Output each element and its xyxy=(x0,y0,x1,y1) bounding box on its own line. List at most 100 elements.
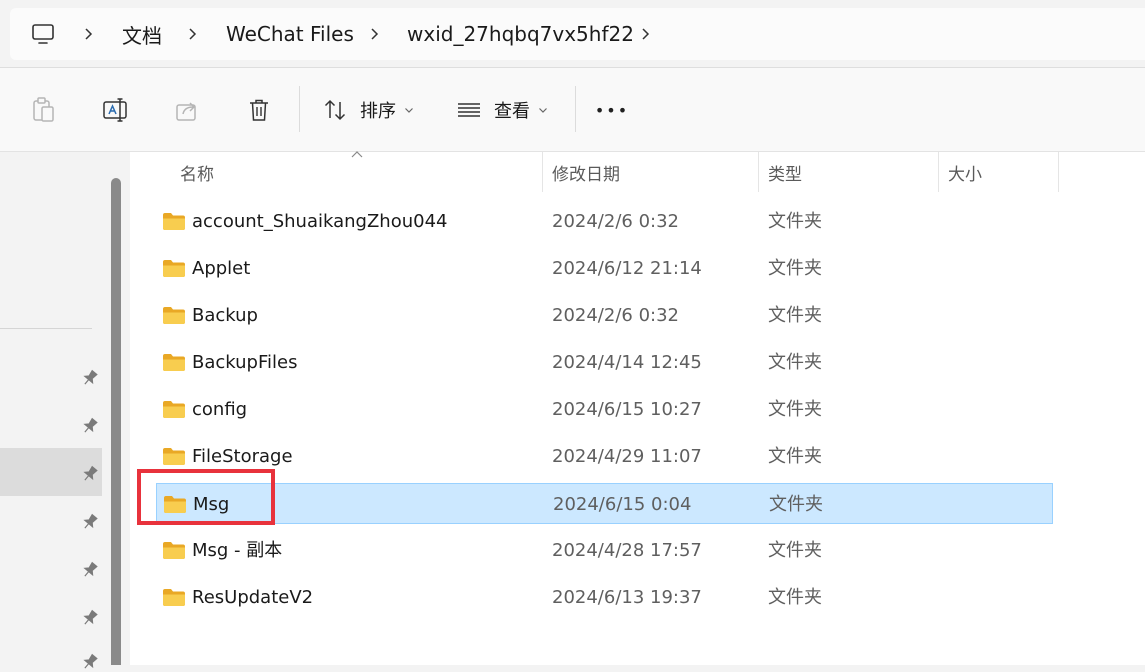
file-row[interactable]: Msg 2024/6/15 0:04 文件夹 xyxy=(156,483,1053,524)
sort-ascending-icon xyxy=(351,151,363,158)
column-separator[interactable] xyxy=(542,152,543,192)
file-date: 2024/6/13 19:37 xyxy=(552,587,702,608)
breadcrumb-item-wechat-files[interactable]: WeChat Files xyxy=(226,8,354,60)
pin-icon[interactable] xyxy=(80,560,100,580)
file-name: account_ShuaikangZhou044 xyxy=(192,211,448,232)
file-name: ResUpdateV2 xyxy=(192,587,314,608)
folder-icon xyxy=(163,354,185,371)
chevron-down-icon xyxy=(539,108,547,113)
view-button[interactable]: 查看 xyxy=(456,68,556,152)
file-date: 2024/4/14 12:45 xyxy=(552,352,702,373)
file-date: 2024/6/12 21:14 xyxy=(552,258,702,279)
folder-icon xyxy=(163,307,185,324)
file-row[interactable]: Backup 2024/2/6 0:32 文件夹 xyxy=(156,295,1053,336)
nav-separator xyxy=(0,328,92,329)
pin-icon[interactable] xyxy=(80,652,100,672)
sort-label: 排序 xyxy=(360,101,396,122)
chevron-down-icon xyxy=(405,108,413,113)
column-header-label: 类型 xyxy=(768,164,802,185)
file-row[interactable]: config 2024/6/15 10:27 文件夹 xyxy=(156,389,1053,430)
file-row[interactable]: account_ShuaikangZhou044 2024/2/6 0:32 文件夹 xyxy=(156,201,1053,242)
share-icon xyxy=(176,102,196,121)
address-bar[interactable]: 文档 WeChat Files wxid_27hqbq7vx5hf22 xyxy=(10,8,1145,60)
column-header-label: 大小 xyxy=(948,164,982,185)
nav-scrollbar-thumb[interactable] xyxy=(111,178,121,665)
file-row[interactable]: BackupFiles 2024/4/14 12:45 文件夹 xyxy=(156,342,1053,383)
file-row[interactable]: Msg - 副本 2024/4/28 17:57 文件夹 xyxy=(156,530,1053,571)
breadcrumb-label: 文档 xyxy=(122,23,162,48)
file-type: 文件夹 xyxy=(768,352,822,373)
breadcrumb-label: WeChat Files xyxy=(226,22,354,46)
column-separator[interactable] xyxy=(938,152,939,192)
highlight-annotation xyxy=(137,469,275,525)
file-date: 2024/6/15 0:04 xyxy=(553,494,692,515)
sort-button[interactable]: 排序 xyxy=(322,68,420,152)
column-separator[interactable] xyxy=(758,152,759,192)
file-type: 文件夹 xyxy=(769,494,823,515)
file-date: 2024/4/29 11:07 xyxy=(552,446,702,467)
column-header-type[interactable]: 类型 xyxy=(768,152,802,192)
folder-icon xyxy=(163,542,185,559)
trash-icon xyxy=(250,99,268,121)
file-type: 文件夹 xyxy=(768,305,822,326)
file-row[interactable]: FileStorage 2024/4/29 11:07 文件夹 xyxy=(156,436,1053,477)
file-row[interactable]: Applet 2024/6/12 21:14 文件夹 xyxy=(156,248,1053,289)
pin-icon[interactable] xyxy=(80,608,100,628)
breadcrumb-label: wxid_27hqbq7vx5hf22 xyxy=(407,22,634,46)
rename-icon xyxy=(103,98,127,122)
file-type: 文件夹 xyxy=(768,211,822,232)
file-name: BackupFiles xyxy=(192,352,298,373)
computer-icon[interactable] xyxy=(30,8,56,60)
column-separator[interactable] xyxy=(1058,152,1059,192)
breadcrumb-chevron-icon[interactable] xyxy=(82,8,96,60)
column-header-name[interactable]: 名称 xyxy=(180,152,214,192)
toolbar-separator xyxy=(575,86,576,132)
folder-icon xyxy=(163,260,185,277)
column-header-label: 修改日期 xyxy=(552,164,620,185)
breadcrumb-chevron-icon[interactable] xyxy=(186,8,200,60)
toolbar-separator xyxy=(299,86,300,132)
column-header-label: 名称 xyxy=(180,164,214,185)
pin-icon[interactable] xyxy=(80,368,100,388)
column-header-date[interactable]: 修改日期 xyxy=(552,152,620,192)
navigation-pane[interactable] xyxy=(0,152,112,669)
sort-icon xyxy=(324,99,346,121)
pin-icon[interactable] xyxy=(80,512,100,532)
view-label: 查看 xyxy=(494,101,530,122)
more-icon: ••• xyxy=(594,100,630,120)
file-type: 文件夹 xyxy=(768,399,822,420)
pin-icon[interactable] xyxy=(80,464,100,484)
file-date: 2024/4/28 17:57 xyxy=(552,540,702,561)
pin-icon[interactable] xyxy=(80,416,100,436)
folder-icon xyxy=(163,213,185,230)
file-type: 文件夹 xyxy=(768,258,822,279)
file-date: 2024/6/15 10:27 xyxy=(552,399,702,420)
file-date: 2024/2/6 0:32 xyxy=(552,211,679,232)
breadcrumb-item-wxid[interactable]: wxid_27hqbq7vx5hf22 xyxy=(407,8,634,60)
breadcrumb-chevron-icon[interactable] xyxy=(639,8,653,60)
breadcrumb-chevron-icon[interactable] xyxy=(368,8,382,60)
file-row[interactable]: ResUpdateV2 2024/6/13 19:37 文件夹 xyxy=(156,577,1053,618)
file-type: 文件夹 xyxy=(768,587,822,608)
paste-button[interactable] xyxy=(28,68,58,152)
delete-button[interactable] xyxy=(244,68,274,152)
paste-icon xyxy=(33,97,54,122)
file-name: Msg - 副本 xyxy=(192,540,283,561)
file-name: config xyxy=(192,399,248,420)
column-header-size[interactable]: 大小 xyxy=(948,152,982,192)
folder-icon xyxy=(163,448,185,465)
file-name: Backup xyxy=(192,305,258,326)
command-bar: 排序 查看 ••• xyxy=(0,68,1145,152)
rename-button[interactable] xyxy=(100,68,130,152)
file-type: 文件夹 xyxy=(768,540,822,561)
file-list: 名称 修改日期 类型 大小 account_ShuaikangZhou044 20… xyxy=(130,151,1145,665)
view-icon xyxy=(458,103,480,117)
folder-icon xyxy=(163,589,185,606)
file-date: 2024/2/6 0:32 xyxy=(552,305,679,326)
folder-icon xyxy=(163,401,185,418)
breadcrumb-item-documents[interactable]: 文档 xyxy=(122,8,162,60)
file-name: Applet xyxy=(192,258,251,279)
file-type: 文件夹 xyxy=(768,446,822,467)
share-button[interactable] xyxy=(172,68,202,152)
more-options-button[interactable]: ••• xyxy=(590,68,634,152)
